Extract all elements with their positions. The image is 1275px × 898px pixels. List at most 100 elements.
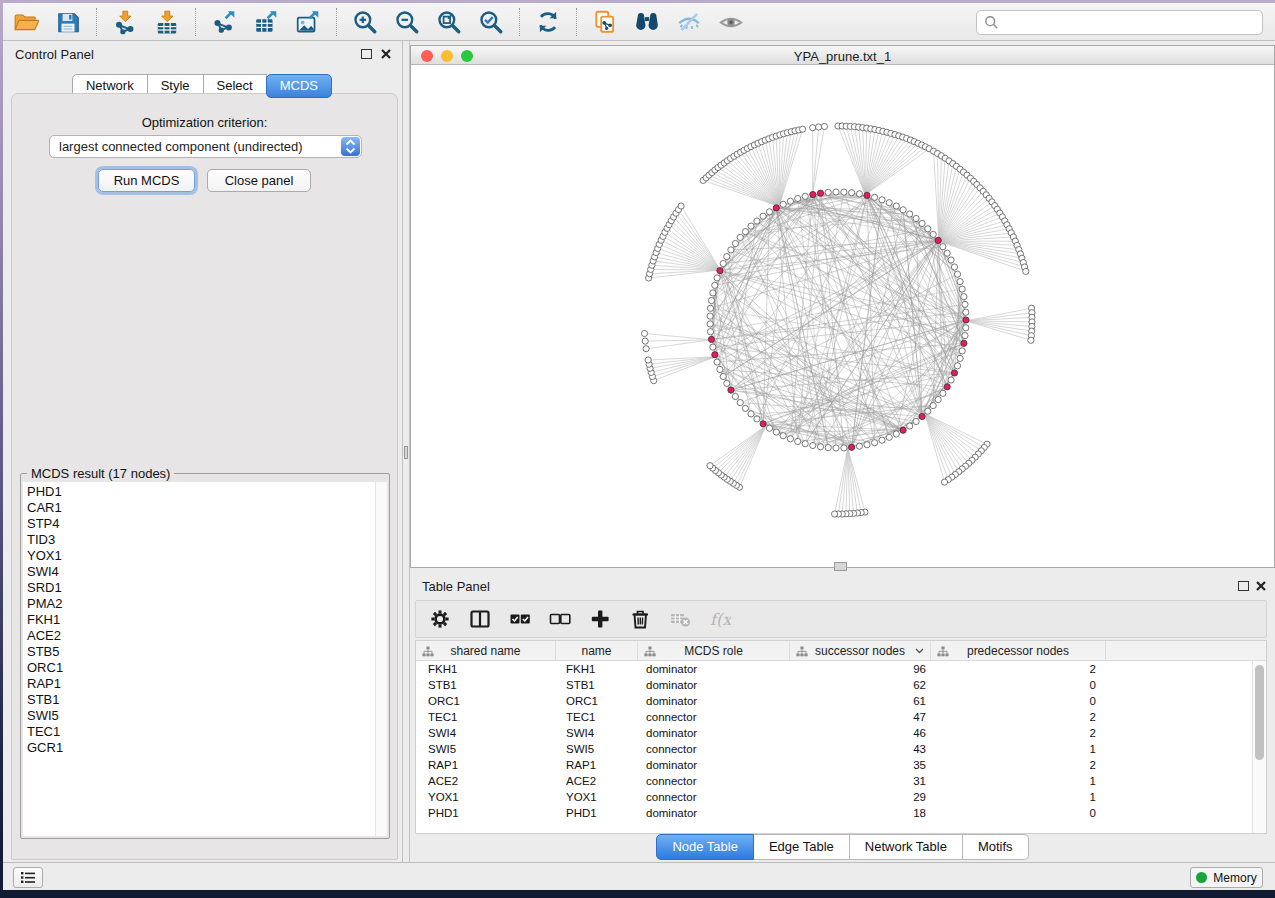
list-item[interactable]: STP4 [23,516,387,532]
list-item[interactable]: CAR1 [23,500,387,516]
table-scrollbar-thumb[interactable] [1255,665,1264,760]
eye-icon[interactable] [716,8,746,36]
table-row[interactable]: STB1STB1dominator620 [416,677,1252,693]
memory-status-dot [1196,872,1207,883]
toolbar-separator [336,8,337,36]
table-row[interactable]: YOX1YOX1connector291 [416,789,1252,805]
list-item[interactable]: RAP1 [23,676,387,692]
zoom-selected-icon[interactable] [476,8,506,36]
list-item[interactable]: YOX1 [23,548,387,564]
splitter-grip-h[interactable] [834,562,847,571]
column-label: MCDS role [684,644,743,658]
cell-successor-nodes: 35 [790,757,931,773]
column-header-shared-name[interactable]: shared name [416,641,556,660]
cell-MCDS-role: dominator [638,661,790,677]
zoom-out-icon[interactable] [392,8,422,36]
table-row[interactable]: FKH1FKH1dominator962 [416,661,1252,677]
cell-successor-nodes: 61 [790,693,931,709]
table-row[interactable]: PHD1PHD1dominator180 [416,805,1252,821]
select-all-icon[interactable] [509,608,531,630]
toolbar-separator [195,8,196,36]
gear-icon[interactable] [429,608,451,630]
list-item[interactable]: STB1 [23,692,387,708]
run-mcds-button[interactable]: Run MCDS [98,169,195,192]
mcds-result-list[interactable]: PHD1CAR1STP4TID3YOX1SWI4SRD1PMA2FKH1ACE2… [23,482,387,836]
hide-eye-icon[interactable] [674,8,704,36]
import-table-icon[interactable] [152,8,182,36]
network-canvas[interactable] [410,65,1275,568]
cell-name: STB1 [556,677,638,693]
optimization-dropdown[interactable]: largest connected component (undirected) [49,135,362,158]
column-header-name[interactable]: name [556,641,638,660]
add-icon[interactable] [589,608,611,630]
export-table-icon[interactable] [251,8,281,36]
list-item[interactable]: TID3 [23,532,387,548]
column-header-predecessor-nodes[interactable]: predecessor nodes [931,641,1106,660]
cell-predecessor-nodes: 1 [931,741,1106,757]
table-close-icon[interactable] [1255,580,1267,592]
cell-shared-name: ACE2 [416,773,556,789]
tab-node-table[interactable]: Node Table [656,834,754,860]
cell-shared-name: FKH1 [416,661,556,677]
list-item[interactable]: PMA2 [23,596,387,612]
show-panels-button[interactable] [13,867,43,888]
tab-motifs[interactable]: Motifs [963,834,1029,860]
list-item[interactable]: SWI5 [23,708,387,724]
float-panel-icon[interactable] [361,49,372,59]
memory-button[interactable]: Memory [1190,867,1263,888]
splitter-grip[interactable] [404,446,408,459]
import-network-icon[interactable] [110,8,140,36]
mcds-result-scrollbar[interactable] [375,482,387,836]
control-panel: Control Panel NetworkStyleSelectMCDS Opt… [3,41,402,862]
vertical-splitter[interactable] [402,41,410,862]
table-row[interactable]: RAP1RAP1dominator352 [416,757,1252,773]
table-row[interactable]: SWI4SWI4dominator462 [416,725,1252,741]
cell-name: ACE2 [556,773,638,789]
table-row[interactable]: ACE2ACE2connector311 [416,773,1252,789]
close-panel-icon[interactable] [380,48,392,60]
table-float-icon[interactable] [1238,581,1249,591]
table-row[interactable]: ORC1ORC1dominator610 [416,693,1252,709]
tab-edge-table[interactable]: Edge Table [754,834,850,860]
copy-share-icon[interactable] [590,8,620,36]
tab-mcds[interactable]: MCDS [266,74,332,98]
cell-predecessor-nodes: 0 [931,693,1106,709]
column-header-MCDS-role[interactable]: MCDS role [638,641,790,660]
open-folder-icon[interactable] [11,8,41,36]
columns-icon[interactable] [469,608,491,630]
cell-shared-name: TEC1 [416,709,556,725]
list-item[interactable]: SWI4 [23,564,387,580]
cell-successor-nodes: 47 [790,709,931,725]
export-image-icon[interactable] [293,8,323,36]
zoom-fit-icon[interactable] [434,8,464,36]
toolbar-icons [5,8,752,36]
binoculars-icon[interactable] [632,8,662,36]
column-label: predecessor nodes [967,644,1069,658]
cell-MCDS-role: dominator [638,725,790,741]
cell-MCDS-role: dominator [638,677,790,693]
table-scrollbar[interactable] [1252,661,1266,833]
table-row[interactable]: TEC1TEC1connector472 [416,709,1252,725]
delete-icon[interactable] [629,608,651,630]
list-item[interactable]: PHD1 [23,484,387,500]
zoom-in-icon[interactable] [350,8,380,36]
refresh-icon[interactable] [533,8,563,36]
list-item[interactable]: GCR1 [23,740,387,756]
list-item[interactable]: FKH1 [23,612,387,628]
search-input[interactable] [976,10,1263,35]
tab-network-table[interactable]: Network Table [850,834,963,860]
deselect-all-icon[interactable] [549,608,571,630]
list-item[interactable]: SRD1 [23,580,387,596]
close-panel-button[interactable]: Close panel [207,169,311,192]
table-row[interactable]: SWI5SWI5connector431 [416,741,1252,757]
list-item[interactable]: ORC1 [23,660,387,676]
list-item[interactable]: ACE2 [23,628,387,644]
table-panel-title: Table Panel [422,579,490,594]
cell-predecessor-nodes: 2 [931,757,1106,773]
network-view-panel: YPA_prune.txt_1 [410,43,1275,568]
save-icon[interactable] [53,8,83,36]
list-item[interactable]: STB5 [23,644,387,660]
export-network-icon[interactable] [209,8,239,36]
list-item[interactable]: TEC1 [23,724,387,740]
column-header-successor-nodes[interactable]: successor nodes [790,641,931,660]
